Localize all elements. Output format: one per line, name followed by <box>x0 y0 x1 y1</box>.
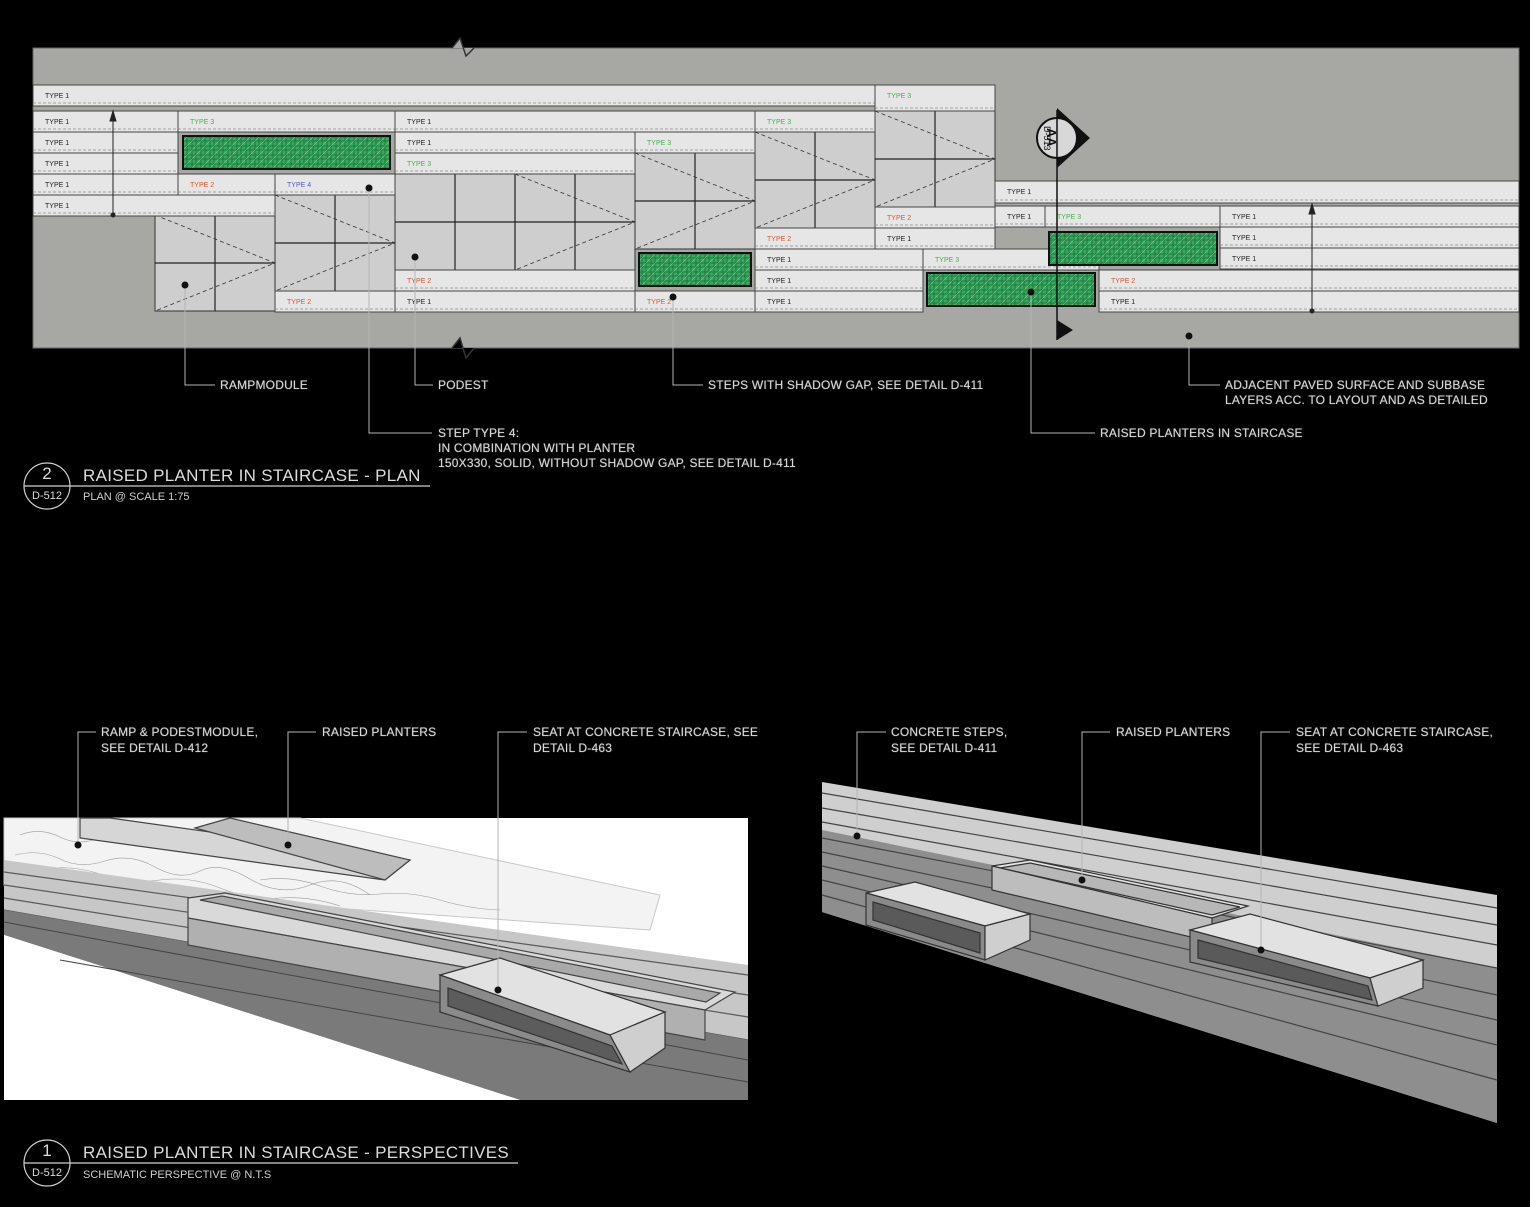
step-type-label-type1: TYPE 1 <box>45 203 69 210</box>
perspective-right <box>821 731 1498 1123</box>
step-type-label-type1: TYPE 1 <box>1232 256 1256 263</box>
step-type-label-type1: TYPE 1 <box>1007 189 1031 196</box>
step-type-label-type1: TYPE 1 <box>887 236 911 243</box>
step-type-label-type2: TYPE 2 <box>887 215 911 222</box>
plan-drawing: TYPE 1 TYPE 1 TYPE 1 TYPE 1 TYPE 1 TYPE 1 TYPE… <box>3 36 1520 1187</box>
perspective-left <box>3 731 749 1100</box>
step-type-label-type1: TYPE 1 <box>45 93 69 100</box>
step-type-label-type2: TYPE 2 <box>647 299 671 306</box>
label-raised-planters-left: RAISED PLANTERS <box>322 725 437 739</box>
label-ramp-podest-2: SEE DETAIL D-412 <box>101 741 209 755</box>
perspective-title: RAISED PLANTER IN STAIRCASE - PERSPECTIV… <box>83 1143 510 1162</box>
label-podest: PODEST <box>438 378 489 392</box>
label-step-type4-2: IN COMBINATION WITH PLANTER <box>438 441 636 455</box>
step-type-label-type3: TYPE 3 <box>935 257 959 264</box>
label-step-type4-1: STEP TYPE 4: <box>438 426 520 440</box>
label-adjacent-paved-1: ADJACENT PAVED SURFACE AND SUBBASE <box>1225 378 1486 392</box>
label-raised-planters-staircase: RAISED PLANTERS IN STAIRCASE <box>1100 426 1303 440</box>
step-type-label-type2: TYPE 2 <box>767 236 791 243</box>
step-type-label-type1: TYPE 1 <box>45 140 69 147</box>
step-type-label-type4: TYPE 4 <box>287 182 311 189</box>
label-ramp-module: RAMPMODULE <box>220 378 309 392</box>
label-steps-shadow-gap: STEPS WITH SHADOW GAP, SEE DETAIL D-411 <box>708 378 984 392</box>
step-type-label-type3: TYPE 3 <box>1057 214 1081 221</box>
label-adjacent-paved-2: LAYERS ACC. TO LAYOUT AND AS DETAILED <box>1225 393 1488 407</box>
label-concrete-steps-1: CONCRETE STEPS, <box>891 725 1008 739</box>
label-seat-left-1: SEAT AT CONCRETE STAIRCASE, SEE <box>533 725 759 739</box>
step-type-label-type1: TYPE 1 <box>45 161 69 168</box>
step-type-label-type1: TYPE 1 <box>767 299 791 306</box>
perspective-scale: SCHEMATIC PERSPECTIVE @ N.T.S <box>83 1169 272 1181</box>
step-type-label-type1: TYPE 1 <box>767 257 791 264</box>
step-type-label-type1: TYPE 1 <box>1007 214 1031 221</box>
perspective-title-sheet: D-512 <box>32 1167 62 1179</box>
step-type-label-type2: TYPE 2 <box>287 299 311 306</box>
label-step-type4-3: 150x330, SOLID, WITHOUT SHADOW GAP, SEE … <box>438 456 796 470</box>
step-type-label-type2: TYPE 2 <box>1111 278 1135 285</box>
section-marker-ref: D-513 <box>1042 126 1052 151</box>
plan-title: RAISED PLANTER IN STAIRCASE - PLAN <box>83 466 421 485</box>
step-type-label-type1: TYPE 1 <box>45 182 69 189</box>
perspective-title-number: 1 <box>42 1141 52 1160</box>
step-strip <box>1219 205 1520 228</box>
step-type-label-type3: TYPE 3 <box>190 119 214 126</box>
label-seat-left-2: DETAIL D-463 <box>533 741 613 755</box>
label-seat-right-1: SEAT AT CONCRETE STAIRCASE, <box>1296 725 1493 739</box>
step-type-label-type1: TYPE 1 <box>1111 299 1135 306</box>
step-strip <box>1219 247 1520 270</box>
plan-scale: PLAN @ SCALE 1:75 <box>83 491 190 503</box>
label-seat-right-2: SEE DETAIL D-463 <box>1296 741 1404 755</box>
step-type-label-type2: TYPE 2 <box>190 182 214 189</box>
step-type-label-type1: TYPE 1 <box>45 119 69 126</box>
step-type-label-type1: TYPE 1 <box>407 299 431 306</box>
step-type-label-type3: TYPE 3 <box>767 119 791 126</box>
step-type-label-type3: TYPE 3 <box>647 140 671 147</box>
step-type-label-type1: TYPE 1 <box>407 140 431 147</box>
step-type-label-type1: TYPE 1 <box>1232 235 1256 242</box>
plan-title-number: 2 <box>42 464 52 483</box>
label-raised-planters-right: RAISED PLANTERS <box>1116 725 1231 739</box>
step-strip <box>1219 226 1520 249</box>
step-type-label-type3: TYPE 3 <box>407 161 431 168</box>
label-concrete-steps-2: SEE DETAIL D-411 <box>891 741 998 755</box>
label-ramp-podest-1: RAMP & PODESTMODULE, <box>101 725 259 739</box>
step-type-label-type1: TYPE 1 <box>1232 214 1256 221</box>
step-type-label-type3: TYPE 3 <box>887 93 911 100</box>
step-type-label-type2: TYPE 2 <box>407 278 431 285</box>
plan-title-sheet: D-512 <box>32 490 62 502</box>
step-type-label-type1: TYPE 1 <box>767 278 791 285</box>
step-type-label-type1: TYPE 1 <box>407 119 431 126</box>
